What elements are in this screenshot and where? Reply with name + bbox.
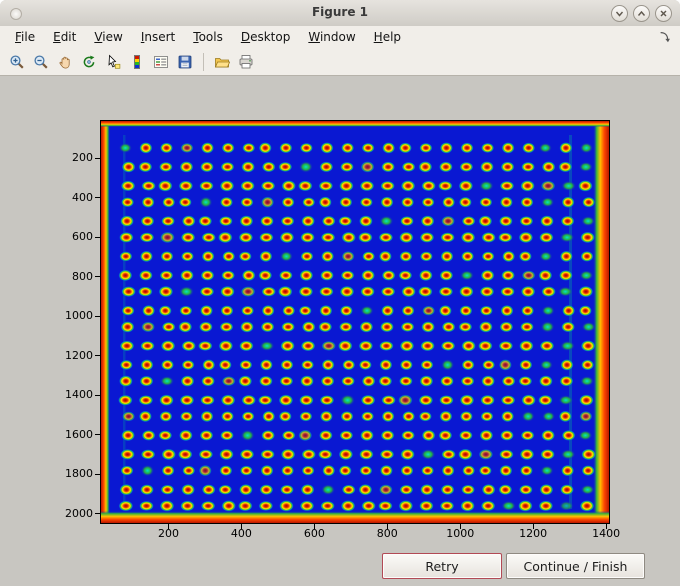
close-button[interactable] [655, 5, 672, 22]
y-tick-mark [95, 394, 100, 396]
zoom-in-icon [10, 54, 24, 69]
rotate-3d-icon [83, 55, 95, 67]
menu-insert[interactable]: Insert [132, 28, 184, 46]
pan-button[interactable] [54, 51, 76, 73]
zoom-out-icon [34, 54, 48, 69]
y-tick-label: 800 [72, 269, 93, 283]
print-button[interactable] [235, 51, 257, 73]
menu-tools[interactable]: Tools [184, 28, 232, 46]
save-icon [178, 55, 192, 68]
legend-button[interactable] [150, 51, 172, 73]
y-tick-label: 1200 [65, 348, 93, 362]
colorbar-button[interactable] [126, 51, 148, 73]
chevron-down-icon [615, 11, 624, 17]
menu-file[interactable]: File [6, 28, 44, 46]
x-tick-label: 200 [157, 527, 179, 540]
y-tick-label: 600 [72, 230, 93, 244]
window-title: Figure 1 [311, 5, 369, 19]
maximize-button[interactable] [633, 5, 650, 22]
y-tick-mark [95, 355, 100, 357]
y-tick-label: 400 [72, 190, 93, 204]
axes: 200 400 600 800 1000 1200 1400 1600 1800 2000 200 4… [65, 120, 620, 540]
x-tick-label: 800 [376, 527, 398, 540]
save-button[interactable] [174, 51, 196, 73]
y-tick-mark [95, 434, 100, 436]
y-tick-mark [95, 236, 100, 238]
data-cursor-icon [108, 54, 121, 69]
y-tick-mark [95, 315, 100, 317]
y-tick-label: 2000 [65, 506, 93, 520]
y-tick-mark [95, 157, 100, 159]
close-icon [660, 10, 667, 17]
y-tick-label: 1600 [65, 427, 93, 441]
rotate-3d-button[interactable] [78, 51, 100, 73]
chevron-up-icon [637, 10, 646, 16]
x-tick-label: 1200 [519, 527, 548, 540]
y-tick-label: 200 [72, 151, 93, 165]
y-tick-mark [95, 473, 100, 475]
zoom-in-button[interactable] [6, 51, 28, 73]
x-tick-label: 1400 [592, 527, 621, 540]
titlebar: Figure 1 [0, 0, 680, 27]
figure-canvas: 200 400 600 800 1000 1200 1400 1600 1800 2000 200 4… [0, 76, 680, 586]
retry-button[interactable]: Retry [382, 553, 502, 579]
y-tick-mark [95, 276, 100, 278]
data-cursor-button[interactable] [102, 51, 124, 73]
window-controls [611, 5, 672, 22]
menu-desktop[interactable]: Desktop [232, 28, 300, 46]
colorbar-icon [134, 54, 140, 69]
x-tick-label: 600 [303, 527, 325, 540]
y-tick-label: 1000 [65, 309, 93, 323]
menu-help[interactable]: Help [365, 28, 410, 46]
menu-edit[interactable]: Edit [44, 28, 85, 46]
toolbar-separator [203, 52, 204, 71]
figure-window: Figure 1 File Edit View Insert Tools Desktop W… [0, 0, 680, 586]
y-tick-label: 1800 [65, 467, 93, 481]
x-tick-label: 1000 [446, 527, 475, 540]
y-tick-mark [95, 197, 100, 199]
open-button[interactable] [211, 51, 233, 73]
y-tick-mark [95, 513, 100, 515]
menu-items: File Edit View Insert Tools Desktop Window Help [6, 28, 410, 46]
pan-hand-icon [59, 56, 70, 69]
menu-window[interactable]: Window [299, 28, 364, 46]
print-icon [239, 54, 253, 68]
minimize-button[interactable] [611, 5, 628, 22]
dock-figure-icon[interactable] [658, 30, 672, 44]
legend-icon [154, 55, 168, 68]
continue-button[interactable]: Continue / Finish [506, 553, 645, 579]
zoom-out-button[interactable] [30, 51, 52, 73]
y-tick-label: 1400 [65, 388, 93, 402]
menubar: File Edit View Insert Tools Desktop Window Help [0, 26, 680, 48]
figure-toolbar [0, 48, 680, 76]
menu-view[interactable]: View [85, 28, 131, 46]
x-tick-label: 400 [230, 527, 252, 540]
open-folder-icon [214, 57, 230, 67]
plot-image[interactable] [101, 121, 609, 523]
